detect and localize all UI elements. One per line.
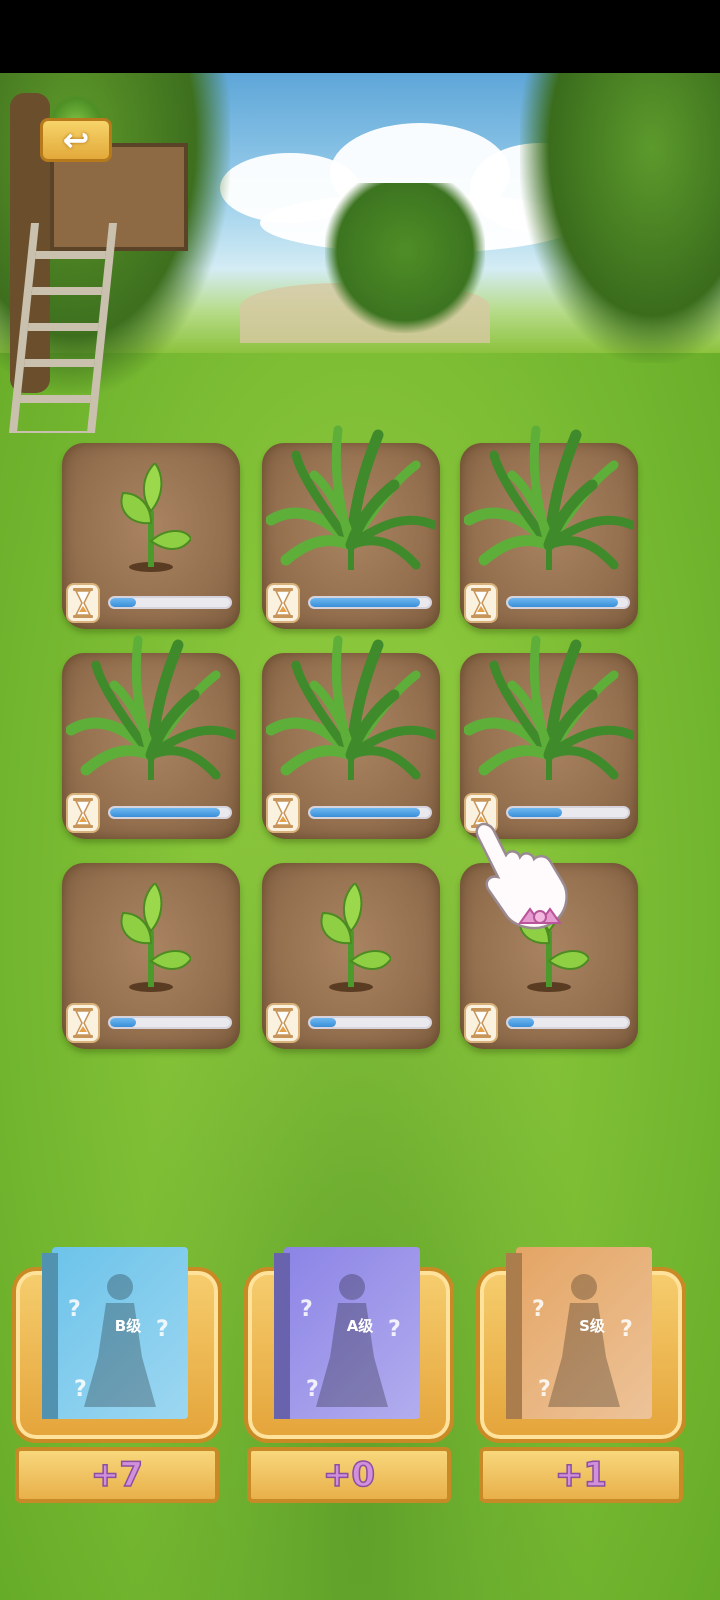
growth-progress-bar (506, 1016, 630, 1029)
progress-fill (310, 598, 421, 607)
plot-2[interactable] (262, 425, 440, 635)
question-mark-icon: ? (68, 1297, 81, 1322)
growth-progress-bar (506, 596, 630, 609)
hourglass-icon (66, 793, 100, 833)
progress-fill (310, 808, 421, 817)
box-count-3: +1 (479, 1447, 683, 1503)
progress-fill (508, 1018, 535, 1027)
progress-fill (310, 1018, 337, 1027)
question-mark-icon: ? (306, 1377, 319, 1402)
question-mark-icon: ? (74, 1377, 87, 1402)
growth-progress-bar (308, 596, 432, 609)
gift-box: ??? B级 (42, 1247, 188, 1419)
hourglass-icon (471, 1008, 491, 1038)
sprout-icon (120, 883, 191, 992)
growth-progress-bar (108, 806, 232, 819)
grass-plant-icon (266, 425, 436, 570)
plot-4[interactable] (62, 635, 240, 845)
back-button[interactable]: ↩ (38, 94, 114, 162)
right-tree (520, 73, 720, 363)
grass-plant-icon (464, 635, 634, 780)
question-mark-icon: ? (532, 1297, 545, 1322)
reward-box-3[interactable]: ??? S级 (476, 1247, 686, 1443)
gift-box: ??? S级 (506, 1247, 652, 1419)
plot-5[interactable] (262, 635, 440, 845)
progress-fill (110, 1018, 137, 1027)
growth-progress-bar (308, 1016, 432, 1029)
grade-label: A级 (346, 1317, 374, 1335)
box-count-1: +7 (15, 1447, 219, 1503)
hourglass-icon (73, 798, 93, 828)
question-mark-icon: ? (156, 1317, 169, 1342)
count-label: +1 (554, 1455, 608, 1495)
plot-7[interactable] (62, 863, 240, 1055)
question-mark-icon: ? (538, 1377, 551, 1402)
hourglass-icon (471, 588, 491, 618)
progress-fill (508, 598, 619, 607)
grade-label: B级 (114, 1317, 142, 1335)
question-mark-icon: ? (620, 1317, 633, 1342)
hourglass-icon (464, 583, 498, 623)
hourglass-icon (273, 588, 293, 618)
hourglass-icon (73, 1008, 93, 1038)
progress-fill (110, 598, 137, 607)
growth-progress-bar (308, 806, 432, 819)
grass-plant-icon (464, 425, 634, 570)
hourglass-icon (273, 1008, 293, 1038)
hourglass-icon (66, 583, 100, 623)
hourglass-icon (73, 588, 93, 618)
status-bar (0, 0, 720, 73)
box-count-2: +0 (247, 1447, 451, 1503)
count-label: +0 (322, 1455, 376, 1495)
gift-box: ??? A级 (274, 1247, 420, 1419)
reward-box-1[interactable]: ??? B级 (12, 1247, 222, 1443)
back-arrow-icon: ↩ (62, 121, 90, 159)
plot-1[interactable] (62, 443, 240, 635)
hourglass-icon (66, 1003, 100, 1043)
reward-box-2[interactable]: ??? A级 (244, 1247, 454, 1443)
sprout-icon (320, 883, 391, 992)
hourglass-icon (464, 1003, 498, 1043)
growth-progress-bar (108, 1016, 232, 1029)
plot-3[interactable] (460, 425, 638, 635)
sprout-icon (120, 463, 191, 572)
question-mark-icon: ? (388, 1317, 401, 1342)
hourglass-icon (266, 1003, 300, 1043)
hourglass-icon (273, 798, 293, 828)
question-mark-icon: ? (300, 1297, 313, 1322)
pointer-hand-icon (475, 822, 568, 930)
count-label: +7 (90, 1455, 144, 1495)
grade-label: S级 (579, 1317, 605, 1335)
hourglass-icon (266, 583, 300, 623)
growth-progress-bar (108, 596, 232, 609)
hourglass-icon (266, 793, 300, 833)
center-bush (325, 183, 485, 333)
plot-8[interactable] (262, 863, 440, 1055)
grass-plant-icon (66, 635, 236, 780)
grass-plant-icon (266, 635, 436, 780)
progress-fill (110, 808, 221, 817)
